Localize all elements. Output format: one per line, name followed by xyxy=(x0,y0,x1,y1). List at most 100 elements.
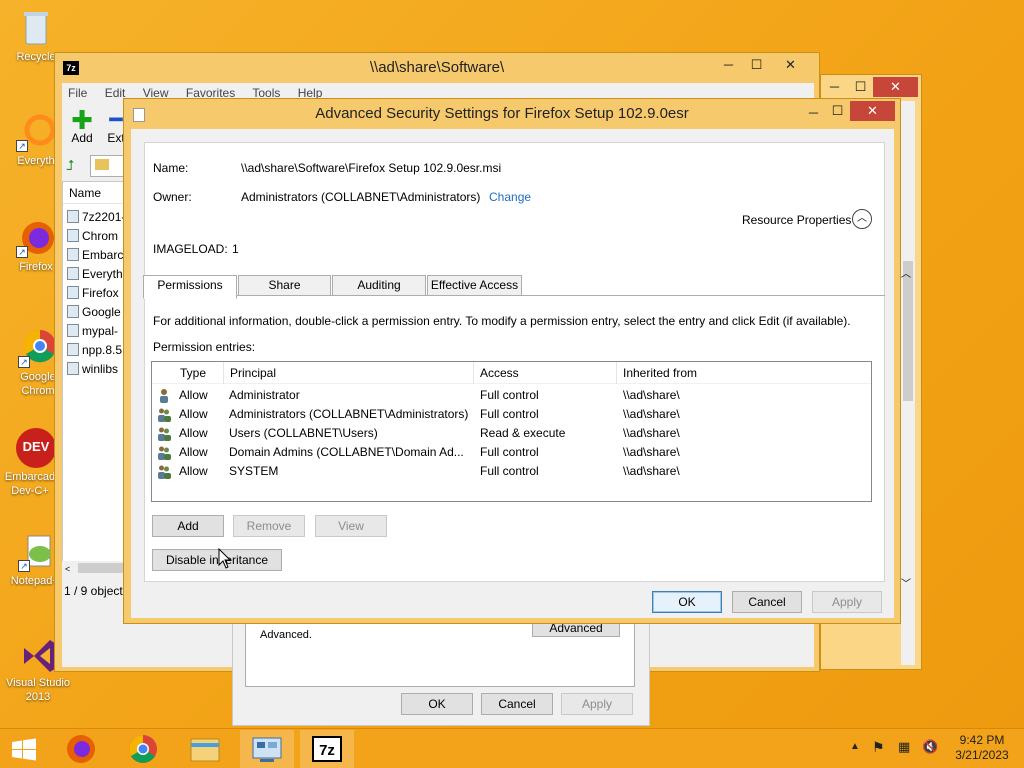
list-item[interactable]: Google xyxy=(67,303,129,322)
close-button[interactable]: ✕ xyxy=(777,55,804,75)
firefox-icon: ↗ xyxy=(16,218,56,258)
file-icon xyxy=(67,324,79,337)
devcpp-icon: DEV xyxy=(16,428,56,468)
column-header-access[interactable]: Access xyxy=(474,362,617,384)
scroll-down-arrow-icon[interactable]: ﹀ xyxy=(901,575,911,590)
taskbar-file-explorer[interactable] xyxy=(178,730,232,768)
network-icon[interactable]: ▦ xyxy=(898,739,910,755)
apply-button[interactable]: Apply xyxy=(812,591,882,613)
tab-share[interactable]: Share xyxy=(238,275,331,296)
minimize-button[interactable]: ─ xyxy=(800,103,827,123)
firefox-icon xyxy=(67,735,95,763)
taskbar-chrome[interactable] xyxy=(116,730,170,768)
file-icon xyxy=(67,286,79,299)
table-row[interactable]: Allow Users (COLLABNET\Users) Read & execu… xyxy=(152,424,871,443)
table-cell-principal: Administrator xyxy=(229,388,300,402)
collapse-chevron-icon[interactable]: ︿ xyxy=(852,209,872,229)
advanced-security-dialog[interactable]: Advanced Security Settings for Firefox S… xyxy=(123,98,901,624)
file-name: Everyth xyxy=(82,267,123,281)
table-cell-access: Full control xyxy=(480,445,539,459)
permission-entries-table[interactable]: Type Principal Access Inherited from All… xyxy=(151,361,872,502)
file-list[interactable]: Name 7z2201- Chrom Embarc Everyth Firefox Goo… xyxy=(62,181,129,575)
tray-overflow-chevron-icon[interactable]: ▲ xyxy=(850,741,860,752)
cancel-button[interactable]: Cancel xyxy=(481,693,553,715)
menu-file[interactable]: File xyxy=(68,86,87,100)
remove-button[interactable]: Remove xyxy=(233,515,305,537)
view-button[interactable]: View xyxy=(315,515,387,537)
disable-inheritance-button[interactable]: Disable inheritance xyxy=(152,549,282,571)
change-owner-link[interactable]: Change xyxy=(489,190,531,204)
properties-panel: Advanced. Advanced xyxy=(245,619,635,687)
name-label: Name: xyxy=(153,161,189,175)
list-item[interactable]: winlibs xyxy=(67,360,129,379)
table-cell-access: Full control xyxy=(480,388,539,402)
group-icon xyxy=(157,445,171,460)
column-header-principal[interactable]: Principal xyxy=(224,362,474,384)
plus-icon: ✚ xyxy=(71,105,93,135)
start-button[interactable] xyxy=(0,730,48,768)
ok-button[interactable]: OK xyxy=(652,591,722,613)
table-cell-principal: Domain Admins (COLLABNET\Domain Ad... xyxy=(229,445,464,459)
scroll-up-arrow-icon[interactable]: ︿ xyxy=(901,265,911,280)
table-row[interactable]: Allow Domain Admins (COLLABNET\Domain Ad.… xyxy=(152,443,871,462)
file-name: 7z2201- xyxy=(82,210,126,224)
scrollbar-thumb[interactable] xyxy=(903,261,913,401)
maximize-button[interactable]: ☐ xyxy=(743,55,770,75)
add-button[interactable]: ✚ Add xyxy=(66,105,98,145)
table-cell-principal: Users (COLLABNET\Users) xyxy=(229,426,378,440)
horizontal-scrollbar[interactable]: < xyxy=(62,561,128,575)
up-folder-icon[interactable]: ⮥ xyxy=(66,157,84,175)
table-cell-type: Allow xyxy=(179,445,208,459)
resource-properties-label[interactable]: Resource Properties xyxy=(742,213,851,227)
dialog-title: Advanced Security Settings for Firefox S… xyxy=(315,105,689,122)
volume-muted-icon[interactable]: 🔇 xyxy=(922,739,938,755)
close-button[interactable]: ✕ xyxy=(873,77,918,97)
chrome-icon xyxy=(129,735,157,763)
column-header-name[interactable]: Name xyxy=(63,182,129,204)
cancel-button[interactable]: Cancel xyxy=(732,591,802,613)
table-cell-inherited-from: \\ad\share\ xyxy=(623,464,680,478)
maximize-button[interactable]: ☐ xyxy=(847,77,874,97)
taskbar-firefox[interactable] xyxy=(54,730,108,768)
scroll-left-arrow-icon[interactable]: < xyxy=(65,564,70,574)
mouse-cursor-icon xyxy=(218,547,232,573)
tab-permissions[interactable]: Permissions xyxy=(143,275,237,299)
svg-text:7z: 7z xyxy=(319,742,335,759)
tab-effective-access[interactable]: Effective Access xyxy=(427,275,522,296)
table-row[interactable]: Allow SYSTEM Full control \\ad\share\ xyxy=(152,462,871,481)
table-cell-type: Allow xyxy=(179,426,208,440)
ok-button[interactable]: OK xyxy=(401,693,473,715)
list-item[interactable]: Firefox xyxy=(67,284,129,303)
visual-studio-icon xyxy=(18,634,58,674)
properties-window[interactable]: Advanced. Advanced OK Cancel Apply xyxy=(232,619,650,726)
clock-date: 3/21/2023 xyxy=(955,748,1009,762)
list-item[interactable]: mypal- xyxy=(67,322,129,341)
list-item[interactable]: Everyth xyxy=(67,265,129,284)
table-row[interactable]: Allow Administrators (COLLABNET\Administr… xyxy=(152,405,871,424)
tab-auditing[interactable]: Auditing xyxy=(332,275,426,296)
shortcut-arrow-icon: ↗ xyxy=(18,560,30,572)
maximize-button[interactable]: ☐ xyxy=(824,101,851,121)
add-button[interactable]: Add xyxy=(152,515,224,537)
minimize-button[interactable]: ─ xyxy=(715,55,742,75)
list-item[interactable]: 7z2201- xyxy=(67,208,129,227)
list-item[interactable]: npp.8.5 xyxy=(67,341,129,360)
table-header: Type Principal Access Inherited from xyxy=(152,362,871,384)
scrollbar-thumb[interactable] xyxy=(78,563,124,573)
table-row[interactable]: Allow Administrator Full control \\ad\share… xyxy=(152,386,871,405)
taskbar-control-panel[interactable] xyxy=(240,730,294,768)
folder-icon xyxy=(95,159,109,170)
apply-button[interactable]: Apply xyxy=(561,693,633,715)
minimize-button[interactable]: ─ xyxy=(821,77,848,97)
info-text: For additional information, double-click… xyxy=(153,314,851,328)
clock[interactable]: 9:42 PM 3/21/2023 xyxy=(944,733,1020,763)
taskbar-7zip[interactable]: 7z xyxy=(300,730,354,768)
column-header-inherited-from[interactable]: Inherited from xyxy=(617,362,871,384)
file-icon xyxy=(67,248,79,261)
close-button[interactable]: ✕ xyxy=(850,101,895,121)
list-item[interactable]: Embarc xyxy=(67,246,129,265)
list-item[interactable]: Chrom xyxy=(67,227,129,246)
column-header-type[interactable]: Type xyxy=(174,362,224,384)
action-center-flag-icon[interactable]: ⚑ xyxy=(872,739,885,756)
owner-value: Administrators (COLLABNET\Administrators… xyxy=(241,190,481,204)
